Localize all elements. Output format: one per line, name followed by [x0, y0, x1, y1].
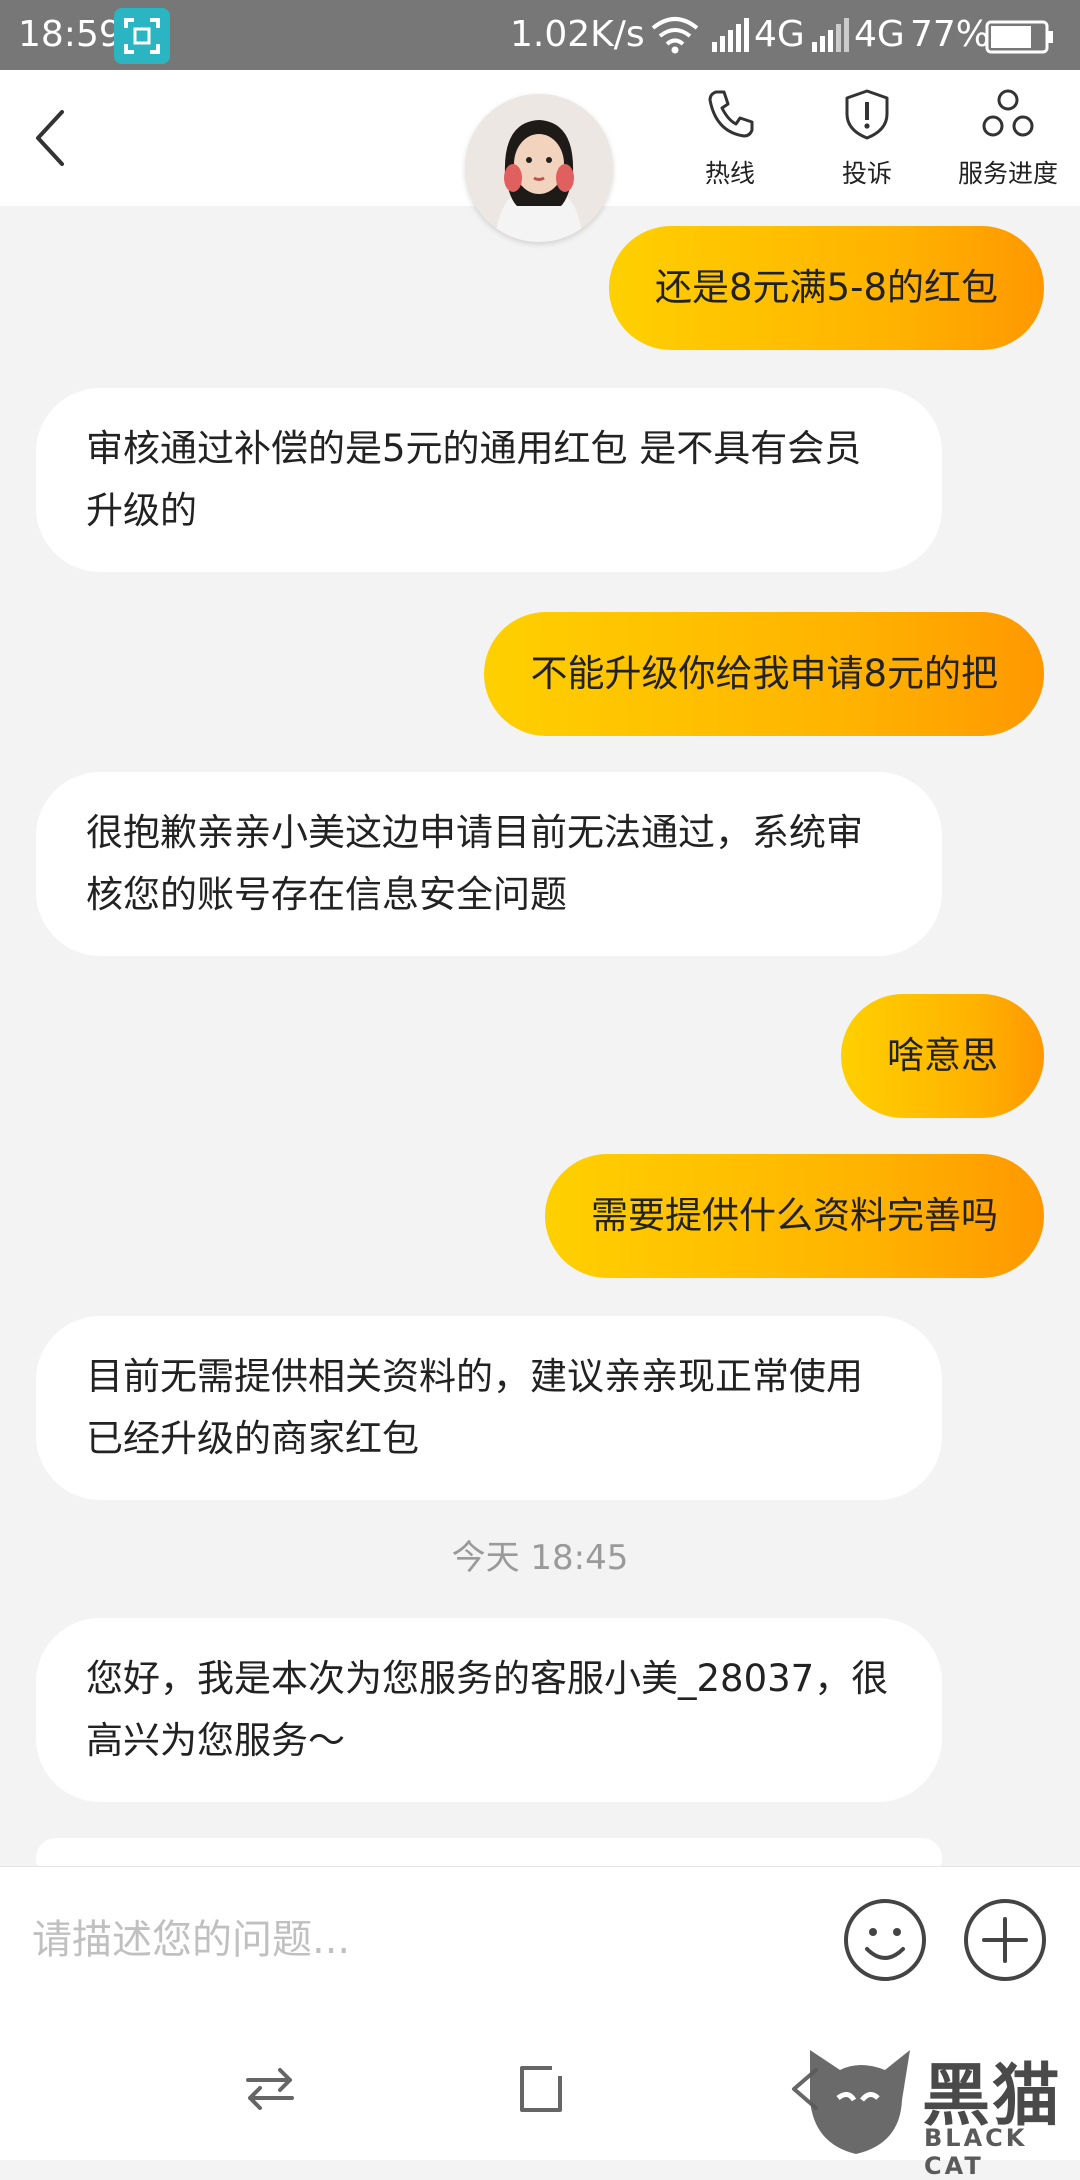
complain-label: 投诉 [841, 159, 892, 188]
status-bar: 18:59 1.02K/s 4G 4G 77% [0, 0, 1080, 70]
user-message: 还是8元满5-8的红包 [609, 226, 1044, 350]
network-type: 4G [754, 14, 805, 55]
service-progress-label: 服务进度 [957, 159, 1058, 188]
add-icon[interactable] [962, 1897, 1048, 1987]
agent-message: 您好，我是本次为您服务的客服小美_28037，很高兴为您服务～ [36, 1618, 942, 1802]
shield-alert-icon [832, 88, 902, 146]
back-icon[interactable] [32, 108, 68, 172]
agent-avatar [465, 94, 613, 242]
scan-icon [114, 8, 170, 64]
hotline-label: 热线 [704, 159, 755, 188]
signal-icon [712, 18, 752, 61]
phone-icon [695, 88, 765, 146]
agent-message: 审核通过补偿的是5元的通用红包 是不具有会员升级的 [36, 388, 942, 572]
input-bar: 请描述您的问题... [0, 1866, 1080, 2023]
watermark-subtext: BLACK CAT [924, 2124, 1028, 2180]
chat-header: 热线 投诉 服务进度 [0, 70, 1080, 242]
complain-button[interactable]: 投诉 [832, 88, 902, 190]
home-icon[interactable] [518, 2064, 564, 2118]
signal-icon [812, 18, 852, 61]
network-type: 4G [854, 14, 905, 55]
wifi-icon [650, 16, 700, 63]
message-input[interactable]: 请描述您的问题... [32, 1907, 350, 1965]
user-message: 不能升级你给我申请8元的把 [484, 612, 1044, 736]
service-progress-button[interactable]: 服务进度 [950, 88, 1066, 190]
progress-icon [950, 88, 1066, 146]
switch-icon[interactable] [244, 2064, 296, 2118]
network-speed: 1.02K/s [510, 14, 645, 55]
watermark-logo: 黑猫 BLACK CAT [790, 2040, 1080, 2180]
battery-icon [985, 20, 1055, 63]
chat-timestamp: 今天 18:45 [451, 1538, 629, 1578]
hotline-button[interactable]: 热线 [695, 88, 765, 190]
emoji-icon[interactable] [842, 1897, 928, 1987]
battery-level: 77% [910, 14, 991, 55]
agent-message: 目前无需提供相关资料的，建议亲亲现正常使用已经升级的商家红包 [36, 1316, 942, 1500]
user-message: 需要提供什么资料完善吗 [545, 1154, 1044, 1278]
status-time: 18:59 [18, 14, 122, 55]
agent-message: 很抱歉亲亲小美这边申请目前无法通过，系统审核您的账号存在信息安全问题 [36, 772, 942, 956]
user-message: 啥意思 [841, 994, 1044, 1118]
